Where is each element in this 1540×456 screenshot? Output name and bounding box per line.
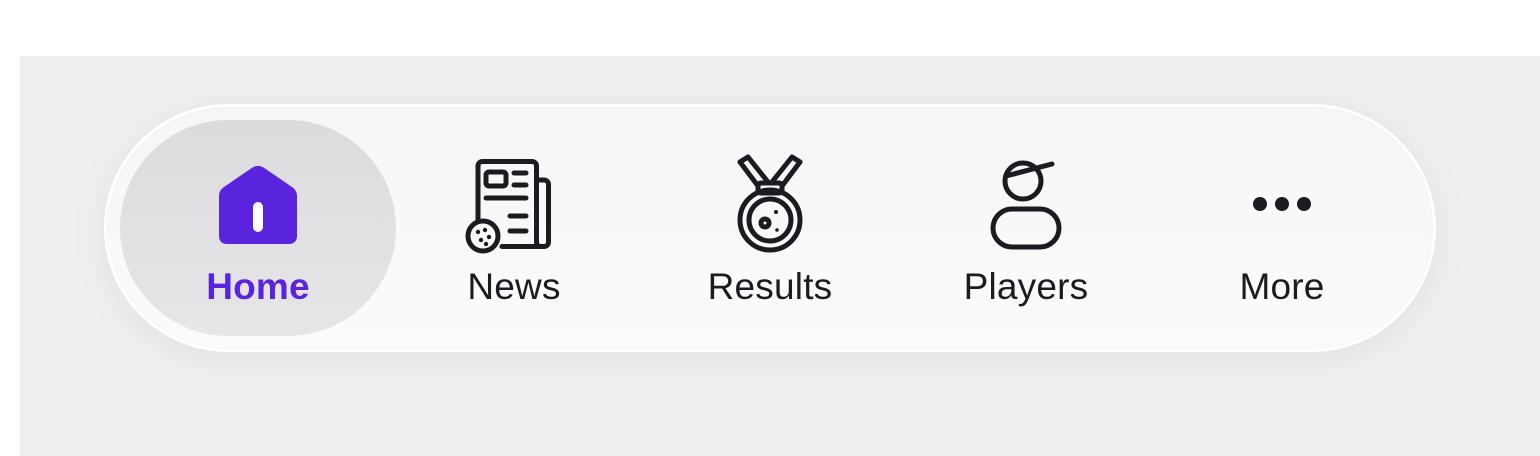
tab-news[interactable]: News [376,120,652,336]
tab-players[interactable]: Players [888,120,1164,336]
bottom-tab-bar: Home News Results Players More [104,104,1436,352]
home-icon [208,154,308,254]
tab-label: Results [707,266,833,307]
newspaper-icon [464,154,564,254]
tab-more[interactable]: More [1144,120,1420,336]
tab-results[interactable]: Results [632,120,908,336]
medal-icon [720,154,820,254]
tab-label: News [467,266,561,307]
tab-label: Players [963,266,1089,307]
tab-label: More [1239,266,1325,307]
tab-home[interactable]: Home [120,120,396,336]
more-icon [1232,154,1332,254]
player-icon [976,154,1076,254]
tab-label: Home [206,266,310,307]
